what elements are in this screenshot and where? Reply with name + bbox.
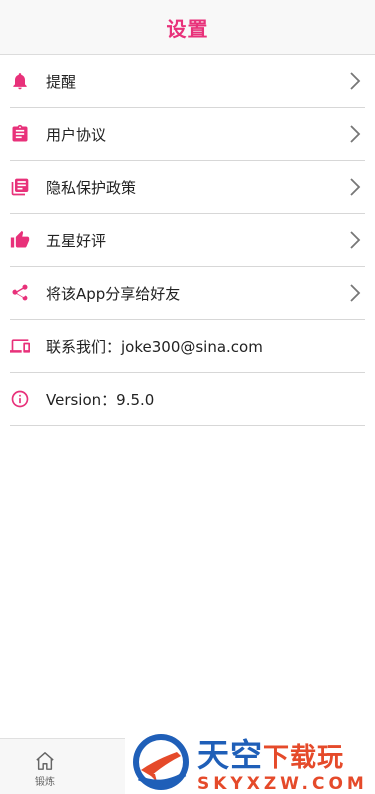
settings-item-label: 将该App分享给好友 <box>46 284 181 303</box>
settings-item-label: 用户协议 <box>46 125 107 144</box>
settings-item-five-star-rating[interactable]: 五星好评 <box>10 214 365 267</box>
tab-exercise[interactable]: 锻炼 <box>20 751 70 791</box>
chevron-right-icon <box>349 284 361 302</box>
settings-item-share-app[interactable]: 将该App分享给好友 <box>10 267 365 320</box>
home-icon <box>36 752 54 770</box>
chevron-right-icon <box>349 125 361 143</box>
page-title: 设置 <box>166 16 209 41</box>
bell-icon <box>10 71 30 91</box>
info-icon <box>10 389 30 409</box>
tab-label: 锻炼 <box>35 777 55 788</box>
share-icon <box>10 283 30 303</box>
app-header: 设置 <box>0 0 375 55</box>
settings-item-label: Version：9.5.0 <box>46 390 155 409</box>
library-books-icon <box>10 177 30 197</box>
settings-item-label: 隐私保护政策 <box>46 178 137 197</box>
thumb-up-icon <box>10 230 30 250</box>
chevron-right-icon <box>349 231 361 249</box>
settings-item-contact-us[interactable]: 联系我们：joke300@sina.com <box>10 320 365 373</box>
settings-item-privacy-policy[interactable]: 隐私保护政策 <box>10 161 365 214</box>
settings-item-user-agreement[interactable]: 用户协议 <box>10 108 365 161</box>
watermark-logo: 天空 下载玩 SKYXZW.COM <box>125 730 375 794</box>
watermark-domain: SKYXZW.COM <box>197 774 368 794</box>
chevron-right-icon <box>349 178 361 196</box>
settings-item-label: 五星好评 <box>46 231 107 250</box>
watermark-text: 天空 下载玩 SKYXZW.COM <box>197 730 368 794</box>
settings-list: 提醒 用户协议 隐私保护政策 五星好评 将该App分享给好友 联系我们：joke… <box>0 55 375 426</box>
devices-icon <box>10 336 30 356</box>
settings-item-reminder[interactable]: 提醒 <box>10 55 365 108</box>
settings-item-label: 提醒 <box>46 72 77 91</box>
chevron-right-icon <box>349 72 361 90</box>
watermark-globe-icon <box>133 734 189 790</box>
clipboard-icon <box>10 124 30 144</box>
settings-item-label: 联系我们：joke300@sina.com <box>46 337 263 356</box>
watermark-brand-b: 下载玩 <box>263 743 345 773</box>
watermark-brand-a: 天空 <box>197 736 264 774</box>
settings-item-version: Version：9.5.0 <box>10 373 365 426</box>
